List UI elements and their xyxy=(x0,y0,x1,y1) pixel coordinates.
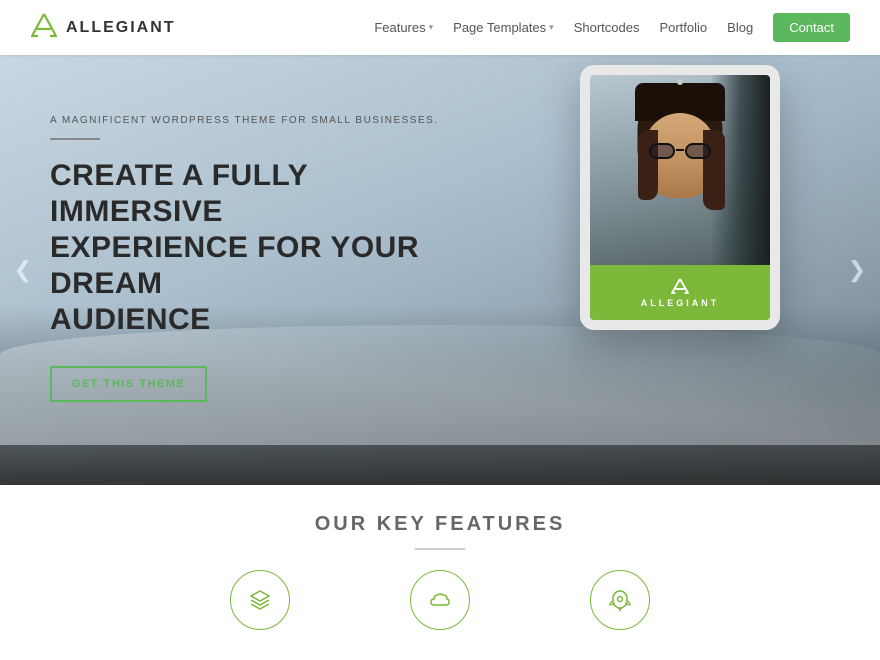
logo-icon xyxy=(30,11,58,44)
nav-link-portfolio[interactable]: Portfolio xyxy=(659,20,707,35)
tablet-screen: ALLEGIANT xyxy=(590,75,770,320)
tablet-mockup: ALLEGIANT xyxy=(580,65,780,335)
tablet-outer: ALLEGIANT xyxy=(580,65,780,330)
dropdown-arrow: ▾ xyxy=(549,22,554,33)
tablet-hair-right xyxy=(703,130,725,210)
tablet-hair-left xyxy=(638,130,658,200)
nav-link-features[interactable]: Features ▾ xyxy=(374,20,433,35)
nav-item-features[interactable]: Features ▾ xyxy=(374,20,433,35)
feature-rocket xyxy=(590,570,650,630)
nav-link-contact[interactable]: Contact xyxy=(773,13,850,42)
cloud-icon xyxy=(427,587,453,613)
hero-next-button[interactable]: ❯ xyxy=(842,245,872,295)
hero-prev-button[interactable]: ❮ xyxy=(8,245,38,295)
features-section: OUR KEY FEATURES xyxy=(0,485,880,660)
hero-divider xyxy=(50,138,100,140)
nav-item-blog[interactable]: Blog xyxy=(727,20,753,35)
hero-subtitle: A MAGNIFICENT WORDPRESS THEME FOR SMALL … xyxy=(50,115,470,126)
hero-section: A MAGNIFICENT WORDPRESS THEME FOR SMALL … xyxy=(0,55,880,485)
logo-text: ALLEGIANT xyxy=(66,19,176,37)
logo[interactable]: ALLEGIANT xyxy=(30,11,176,44)
features-title: OUR KEY FEATURES xyxy=(315,513,566,536)
glass-right xyxy=(685,143,711,159)
features-icons xyxy=(230,570,650,630)
layers-icon xyxy=(247,587,273,613)
tablet-brand-logo xyxy=(671,277,689,295)
hero-content: A MAGNIFICENT WORDPRESS THEME FOR SMALL … xyxy=(50,115,470,402)
tablet-glasses xyxy=(649,143,711,161)
nav-item-contact[interactable]: Contact xyxy=(773,13,850,42)
tablet-camera xyxy=(677,79,683,85)
feature-cloud xyxy=(410,570,470,630)
nav-link-shortcodes[interactable]: Shortcodes xyxy=(574,20,640,35)
dropdown-arrow: ▾ xyxy=(429,22,434,33)
nav-item-portfolio[interactable]: Portfolio xyxy=(659,20,707,35)
glass-bridge xyxy=(676,149,684,151)
nav-links: Features ▾ Page Templates ▾ Shortcodes P… xyxy=(374,13,850,42)
nav-item-page-templates[interactable]: Page Templates ▾ xyxy=(453,20,554,35)
nav-item-shortcodes[interactable]: Shortcodes xyxy=(574,20,640,35)
hero-title: CREATE A FULLY IMMERSIVE EXPERIENCE FOR … xyxy=(50,158,470,338)
nav-link-blog[interactable]: Blog xyxy=(727,20,753,35)
feature-layers xyxy=(230,570,290,630)
tablet-brand-bar: ALLEGIANT xyxy=(590,265,770,320)
hero-cta-button[interactable]: GET THIS THEME xyxy=(50,366,207,402)
navbar: ALLEGIANT Features ▾ Page Templates ▾ Sh… xyxy=(0,0,880,55)
rocket-icon xyxy=(607,587,633,613)
glass-left xyxy=(649,143,675,159)
nav-link-page-templates[interactable]: Page Templates ▾ xyxy=(453,20,554,35)
tablet-brand-name: ALLEGIANT xyxy=(641,298,720,308)
features-divider xyxy=(415,548,465,550)
